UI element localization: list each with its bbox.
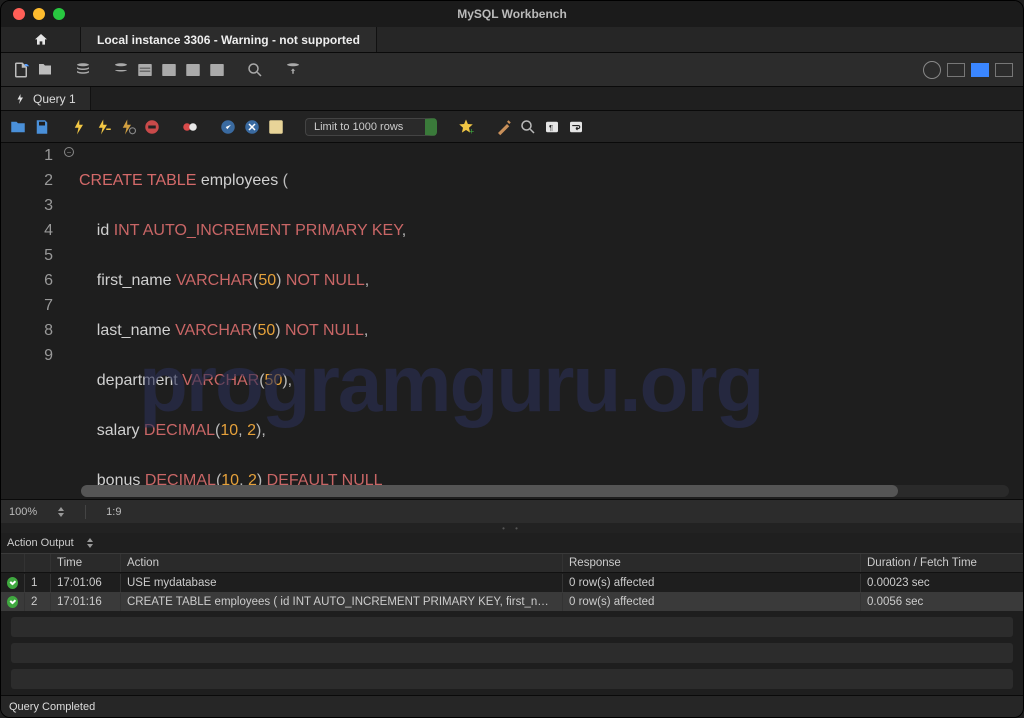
connection-tab[interactable]: Local instance 3306 - Warning - not supp… — [81, 27, 377, 52]
save-file-icon[interactable] — [33, 118, 51, 136]
open-sql-file-icon[interactable] — [35, 60, 55, 80]
settings-icon[interactable] — [923, 61, 941, 79]
main-toolbar — [1, 53, 1023, 87]
status-bar: Query Completed — [1, 695, 1023, 717]
fold-icon[interactable]: − — [64, 147, 74, 157]
split-handle[interactable]: • • — [1, 523, 1023, 533]
word-wrap-icon[interactable] — [567, 118, 585, 136]
query-tabs: Query 1 — [1, 87, 1023, 111]
stop-icon[interactable] — [143, 118, 161, 136]
create-procedure-icon[interactable] — [183, 60, 203, 80]
beautify-icon[interactable] — [495, 118, 513, 136]
success-icon — [7, 596, 18, 608]
status-message: Query Completed — [9, 701, 95, 713]
titlebar: MySQL Workbench — [1, 1, 1023, 27]
home-tab[interactable] — [1, 27, 81, 52]
reconnect-dbms-icon[interactable] — [283, 60, 303, 80]
col-response[interactable]: Response — [563, 554, 861, 572]
server-admin-icon[interactable] — [73, 60, 93, 80]
output-type-stepper-icon[interactable] — [86, 538, 94, 548]
output-panel-header: Action Output — [1, 533, 1023, 553]
window-title: MySQL Workbench — [1, 7, 1023, 21]
query-tab-label: Query 1 — [33, 92, 76, 106]
connection-tabs: Local instance 3306 - Warning - not supp… — [1, 27, 1023, 53]
svg-text:+: + — [469, 126, 474, 136]
action-output-header: Time Action Response Duration / Fetch Ti… — [1, 553, 1023, 573]
col-duration[interactable]: Duration / Fetch Time — [861, 554, 1023, 572]
home-icon — [33, 32, 49, 48]
execute-icon[interactable] — [71, 118, 89, 136]
create-snippet-icon[interactable]: + — [457, 118, 475, 136]
connection-tab-label: Local instance 3306 - Warning - not supp… — [97, 33, 360, 47]
find-icon[interactable] — [519, 118, 537, 136]
success-icon — [7, 577, 18, 589]
row-limit-select[interactable]: Limit to 1000 rows — [305, 118, 437, 136]
editor-status-bar: 100% 1:9 — [1, 499, 1023, 523]
right-panel-toggle[interactable] — [995, 63, 1013, 77]
editor-toolbar: Limit to 1000 rows + ¶ — [1, 111, 1023, 143]
new-sql-tab-icon[interactable] — [11, 60, 31, 80]
create-table-icon[interactable] — [135, 60, 155, 80]
zoom-stepper-icon[interactable] — [57, 507, 65, 517]
invisible-chars-icon[interactable]: ¶ — [543, 118, 561, 136]
create-function-icon[interactable] — [207, 60, 227, 80]
execute-current-icon[interactable] — [95, 118, 113, 136]
no-limit-toggle-icon[interactable] — [181, 118, 199, 136]
output-panel-title: Action Output — [7, 537, 74, 549]
rollback-icon[interactable] — [243, 118, 261, 136]
empty-row — [11, 643, 1013, 663]
explain-icon[interactable] — [119, 118, 137, 136]
create-view-icon[interactable] — [159, 60, 179, 80]
open-file-icon[interactable] — [9, 118, 27, 136]
row-limit-label: Limit to 1000 rows — [314, 121, 403, 133]
search-table-data-icon[interactable] — [245, 60, 265, 80]
autocommit-toggle-icon[interactable] — [267, 118, 285, 136]
scrollbar-thumb[interactable] — [81, 485, 898, 497]
col-time[interactable]: Time — [51, 554, 121, 572]
commit-icon[interactable] — [219, 118, 237, 136]
line-gutter: 123 456 789 — [1, 143, 61, 499]
query-tab-1[interactable]: Query 1 — [1, 87, 91, 110]
empty-row — [11, 617, 1013, 637]
action-output-row[interactable]: 1 17:01:06 USE mydatabase 0 row(s) affec… — [1, 573, 1023, 592]
left-panel-toggle[interactable] — [947, 63, 965, 77]
empty-row — [11, 669, 1013, 689]
sql-editor[interactable]: 123 456 789 − CREATE TABLE employees ( i… — [1, 143, 1023, 499]
svg-text:¶: ¶ — [549, 123, 553, 132]
action-output-row[interactable]: 2 17:01:16 CREATE TABLE employees ( id I… — [1, 592, 1023, 611]
cursor-position: 1:9 — [106, 506, 121, 518]
app-window: MySQL Workbench Local instance 3306 - Wa… — [0, 0, 1024, 718]
action-output-table: Time Action Response Duration / Fetch Ti… — [1, 553, 1023, 695]
lightning-icon — [15, 93, 27, 105]
horizontal-scrollbar[interactable] — [81, 485, 1009, 497]
fold-gutter: − — [61, 143, 79, 499]
code-area[interactable]: CREATE TABLE employees ( id INT AUTO_INC… — [79, 143, 1023, 499]
zoom-level[interactable]: 100% — [9, 506, 37, 518]
create-schema-icon[interactable] — [111, 60, 131, 80]
bottom-panel-toggle[interactable] — [971, 63, 989, 77]
col-action[interactable]: Action — [121, 554, 563, 572]
